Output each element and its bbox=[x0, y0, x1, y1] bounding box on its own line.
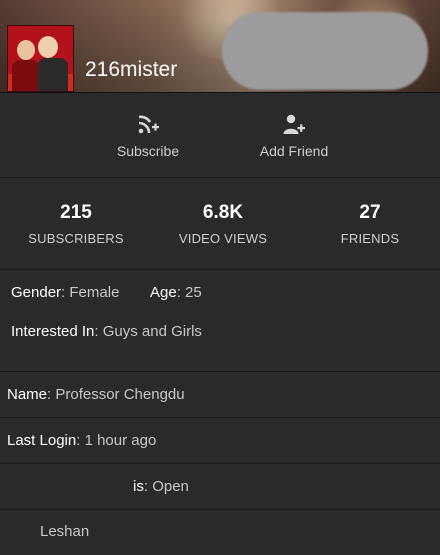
age-value: 25 bbox=[185, 284, 202, 301]
subscribe-button[interactable]: Subscribe bbox=[78, 93, 218, 177]
interested-in-field: Interested In: Guys and Girls bbox=[11, 323, 202, 340]
avatar-figure bbox=[12, 60, 40, 91]
age-field: Age: 25 bbox=[150, 284, 202, 301]
status-value: Open bbox=[152, 478, 189, 495]
profile-header: 216mister bbox=[0, 0, 440, 93]
stat-caption: FRIENDS bbox=[340, 231, 400, 246]
avatar-face bbox=[17, 40, 35, 60]
stat-friends[interactable]: 27 FRIENDS bbox=[297, 178, 440, 269]
profile-details: Gender: Female Age: 25 Interested In: Gu… bbox=[0, 270, 440, 372]
username: 216mister bbox=[85, 58, 178, 81]
action-bar: Subscribe Add Friend bbox=[0, 93, 440, 178]
stat-caption: SUBSCRIBERS bbox=[28, 231, 124, 246]
location-value: Leshan bbox=[40, 523, 90, 540]
person-plus-icon bbox=[283, 114, 305, 134]
add-friend-button[interactable]: Add Friend bbox=[224, 93, 364, 177]
stat-value: 215 bbox=[60, 202, 92, 223]
redaction-blur bbox=[222, 12, 428, 90]
stat-subscribers[interactable]: 215 SUBSCRIBERS bbox=[3, 178, 149, 269]
name-label: Name bbox=[7, 386, 48, 403]
stat-value: 27 bbox=[359, 202, 381, 223]
stat-caption: VIDEO VIEWS bbox=[178, 231, 268, 246]
interested-value: Guys and Girls bbox=[102, 323, 202, 340]
status-label: is bbox=[133, 478, 144, 495]
stat-video-views: 6.8K VIDEO VIEWS bbox=[150, 178, 296, 269]
avatar[interactable] bbox=[7, 25, 74, 92]
add-friend-label: Add Friend bbox=[259, 143, 329, 159]
avatar-figure bbox=[38, 58, 68, 91]
gender-field: Gender: Female bbox=[11, 284, 120, 301]
status-row: is: Open bbox=[0, 464, 440, 510]
subscribe-label: Subscribe bbox=[116, 143, 180, 159]
rss-plus-icon bbox=[138, 115, 159, 134]
age-label: Age bbox=[150, 284, 177, 301]
gender-label: Gender bbox=[11, 284, 62, 301]
name-value: Professor Chengdu bbox=[55, 386, 185, 403]
gender-value: Female bbox=[69, 284, 120, 301]
interested-label: Interested In bbox=[11, 323, 95, 340]
last-login-value: 1 hour ago bbox=[84, 432, 157, 449]
last-login-row: Last Login: 1 hour ago bbox=[0, 418, 440, 464]
last-login-label: Last Login bbox=[7, 432, 77, 449]
stat-value: 6.8K bbox=[202, 202, 244, 223]
stats-bar: 215 SUBSCRIBERS 6.8K VIDEO VIEWS 27 FRIE… bbox=[0, 178, 440, 270]
name-row: Name: Professor Chengdu bbox=[0, 372, 440, 418]
avatar-face bbox=[38, 36, 58, 58]
